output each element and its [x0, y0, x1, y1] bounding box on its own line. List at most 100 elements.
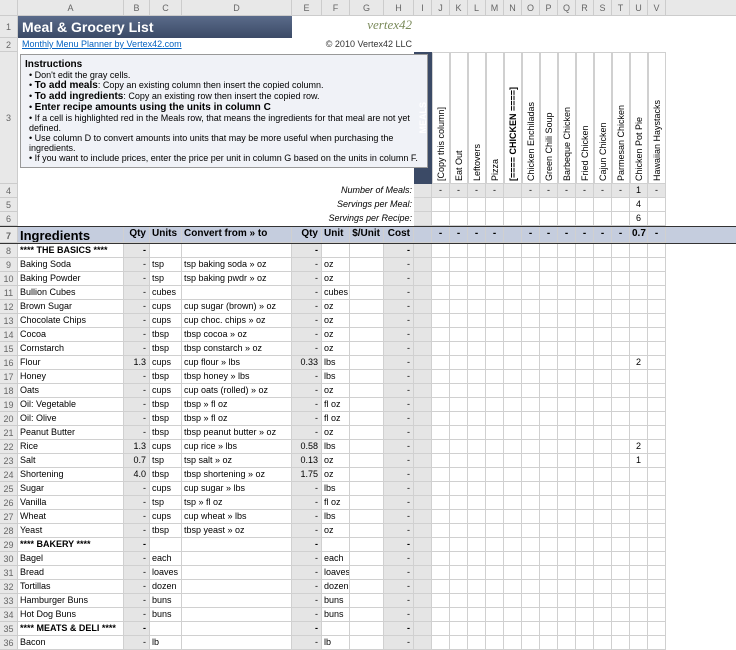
cell-d[interactable] — [182, 636, 292, 650]
recipe-amount-cell[interactable] — [558, 496, 576, 510]
cell-g[interactable] — [350, 244, 384, 258]
meal-column-header[interactable]: [==== CHICKEN ====] — [508, 63, 518, 183]
recipe-amount-cell[interactable] — [522, 524, 540, 538]
row-header[interactable]: 2 — [0, 38, 18, 52]
planner-link[interactable]: Monthly Menu Planner by Vertex42.com — [18, 38, 292, 52]
row-header[interactable]: 27 — [0, 510, 18, 524]
recipe-amount-cell[interactable] — [612, 496, 630, 510]
recipe-amount-cell[interactable] — [468, 552, 486, 566]
recipe-amount-cell[interactable] — [486, 258, 504, 272]
cell-g[interactable] — [350, 552, 384, 566]
cell-d[interactable]: cup flour » lbs — [182, 356, 292, 370]
recipe-amount-cell[interactable] — [450, 538, 468, 552]
recipe-amount-cell[interactable] — [540, 272, 558, 286]
cell-a[interactable]: Tortillas — [18, 580, 124, 594]
recipe-amount-cell[interactable] — [630, 398, 648, 412]
cell-g[interactable] — [350, 594, 384, 608]
recipe-amount-cell[interactable] — [540, 594, 558, 608]
recipe-amount-cell[interactable] — [558, 524, 576, 538]
recipe-amount-cell[interactable] — [450, 272, 468, 286]
recipe-amount-cell[interactable] — [576, 636, 594, 650]
recipe-amount-cell[interactable] — [522, 496, 540, 510]
recipe-amount-cell[interactable] — [432, 622, 450, 636]
recipe-amount-cell[interactable] — [612, 272, 630, 286]
recipe-amount-cell[interactable] — [576, 566, 594, 580]
recipe-amount-cell[interactable] — [450, 454, 468, 468]
cell-c[interactable]: cups — [150, 356, 182, 370]
col-header[interactable]: K — [450, 0, 468, 15]
cell-f[interactable]: oz — [322, 314, 350, 328]
recipe-amount-cell[interactable] — [594, 300, 612, 314]
recipe-amount-cell[interactable] — [576, 426, 594, 440]
meal-summary-cell[interactable]: 1 — [630, 184, 648, 198]
cell-f[interactable]: lbs — [322, 356, 350, 370]
cell-a[interactable]: Yeast — [18, 524, 124, 538]
recipe-amount-cell[interactable] — [522, 482, 540, 496]
col-header[interactable]: A — [18, 0, 124, 15]
cell-f[interactable] — [322, 538, 350, 552]
meal-summary-cell[interactable] — [612, 212, 630, 226]
cell-d[interactable]: tsp baking pwdr » oz — [182, 272, 292, 286]
meal-summary-cell[interactable] — [432, 212, 450, 226]
col-header[interactable]: C — [150, 0, 182, 15]
col-header[interactable]: D — [182, 0, 292, 15]
recipe-amount-cell[interactable] — [486, 468, 504, 482]
recipe-amount-cell[interactable] — [432, 552, 450, 566]
recipe-amount-cell[interactable] — [630, 622, 648, 636]
recipe-amount-cell[interactable] — [522, 468, 540, 482]
recipe-amount-cell[interactable] — [648, 482, 666, 496]
recipe-amount-cell[interactable] — [612, 258, 630, 272]
recipe-amount-cell[interactable] — [468, 510, 486, 524]
cell-a[interactable]: Peanut Butter — [18, 426, 124, 440]
meal-column-header[interactable]: Pizza — [490, 63, 500, 183]
cell-g[interactable] — [350, 468, 384, 482]
recipe-amount-cell[interactable] — [576, 342, 594, 356]
recipe-amount-cell[interactable] — [450, 398, 468, 412]
cell-d[interactable] — [182, 244, 292, 258]
row-header[interactable]: 26 — [0, 496, 18, 510]
meal-summary-cell[interactable] — [648, 212, 666, 226]
cell-g[interactable] — [350, 342, 384, 356]
recipe-amount-cell[interactable] — [450, 314, 468, 328]
cell-f[interactable]: oz — [322, 328, 350, 342]
recipe-amount-cell[interactable] — [486, 286, 504, 300]
cell-d[interactable] — [182, 286, 292, 300]
recipe-amount-cell[interactable] — [648, 566, 666, 580]
recipe-amount-cell[interactable] — [432, 244, 450, 258]
recipe-amount-cell[interactable] — [576, 482, 594, 496]
cell-c[interactable]: tsp — [150, 454, 182, 468]
row-header[interactable]: 17 — [0, 370, 18, 384]
cell-a[interactable]: Salt — [18, 454, 124, 468]
cell-g[interactable] — [350, 300, 384, 314]
cell-c[interactable]: tsp — [150, 496, 182, 510]
recipe-amount-cell[interactable] — [504, 412, 522, 426]
cell-a[interactable]: Cocoa — [18, 328, 124, 342]
meal-summary-cell[interactable]: - — [648, 184, 666, 198]
recipe-amount-cell[interactable] — [648, 440, 666, 454]
recipe-amount-cell[interactable] — [450, 244, 468, 258]
cell-f[interactable]: oz — [322, 524, 350, 538]
recipe-amount-cell[interactable] — [594, 552, 612, 566]
cell-d[interactable] — [182, 594, 292, 608]
col-header[interactable]: O — [522, 0, 540, 15]
row-header[interactable]: 11 — [0, 286, 18, 300]
recipe-amount-cell[interactable] — [540, 468, 558, 482]
meal-summary-cell[interactable] — [612, 198, 630, 212]
recipe-amount-cell[interactable] — [468, 566, 486, 580]
recipe-amount-cell[interactable] — [504, 272, 522, 286]
cell-a[interactable]: Hot Dog Buns — [18, 608, 124, 622]
recipe-amount-cell[interactable] — [450, 440, 468, 454]
col-header[interactable]: N — [504, 0, 522, 15]
row-header[interactable]: 23 — [0, 454, 18, 468]
recipe-amount-cell[interactable] — [540, 552, 558, 566]
meal-summary-cell[interactable] — [540, 198, 558, 212]
recipe-amount-cell[interactable] — [630, 580, 648, 594]
col-header[interactable]: F — [322, 0, 350, 15]
recipe-amount-cell[interactable] — [504, 524, 522, 538]
recipe-amount-cell[interactable] — [558, 258, 576, 272]
recipe-amount-cell[interactable] — [468, 244, 486, 258]
recipe-amount-cell[interactable] — [594, 356, 612, 370]
ingredient-header-a[interactable]: Ingredients — [18, 227, 124, 243]
row-header[interactable]: 36 — [0, 636, 18, 650]
meal-column-header[interactable]: Green Chili Soup — [544, 63, 554, 183]
